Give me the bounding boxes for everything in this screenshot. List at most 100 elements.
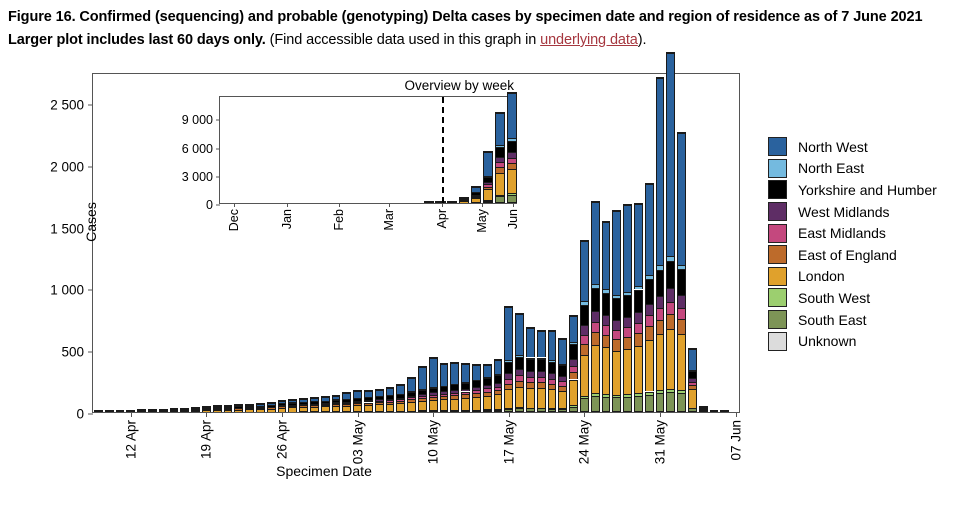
bar-segment	[331, 405, 341, 412]
bar-segment	[439, 363, 449, 365]
bar-segment	[331, 399, 341, 403]
bar-segment	[471, 380, 481, 387]
bar-segment	[363, 401, 373, 403]
bar-segment	[353, 401, 363, 403]
x-tick-label: 24 May	[576, 420, 592, 465]
bar-segment	[579, 304, 589, 326]
bar-segment	[504, 306, 514, 308]
bar-segment	[342, 393, 352, 399]
bar-segment	[623, 205, 633, 292]
legend-item-label: North East	[798, 160, 865, 177]
inset-bar-segment	[506, 91, 518, 93]
legend-item-south-east[interactable]: South East	[768, 309, 937, 331]
bar-segment	[471, 396, 481, 410]
bar-segment	[590, 321, 600, 332]
x-tick-label: 31 May	[652, 420, 668, 465]
bar-segment	[320, 396, 330, 398]
bar-segment	[428, 387, 438, 393]
bar-segment	[569, 405, 579, 407]
inset-bar-segment	[459, 197, 470, 200]
bar-segment	[234, 406, 244, 408]
bar-segment	[579, 355, 589, 396]
bar-column	[698, 405, 708, 412]
bar-segment	[331, 402, 341, 404]
bar-segment	[385, 398, 395, 401]
bar-segment	[482, 388, 492, 392]
inset-bar-segment	[471, 186, 482, 193]
bar-segment	[623, 317, 633, 328]
legend-item-east-midlands[interactable]: East Midlands	[768, 222, 937, 244]
legend-item-north-west[interactable]: North West	[768, 136, 937, 158]
bar-segment	[439, 393, 449, 397]
bar-segment	[234, 408, 244, 410]
bar-column	[504, 306, 514, 412]
bar-column	[223, 404, 233, 412]
bar-segment	[180, 410, 190, 412]
bar-segment	[191, 406, 201, 408]
bar-segment	[385, 400, 395, 402]
inset-bar-segment	[506, 194, 518, 203]
bar-segment	[525, 408, 535, 412]
bar-segment	[223, 404, 233, 406]
bar-segment	[623, 348, 633, 395]
bar-segment	[417, 398, 427, 401]
bar-segment	[536, 357, 546, 360]
legend-item-north-east[interactable]: North East	[768, 158, 937, 180]
bar-segment	[342, 405, 352, 412]
bar-segment	[579, 301, 589, 305]
inset-bar-segment	[495, 146, 506, 158]
inset-bar-segment	[471, 196, 482, 198]
bar-segment	[687, 378, 697, 382]
bar-segment	[612, 295, 622, 299]
bar-segment	[677, 295, 687, 308]
bar-column	[93, 410, 103, 412]
bar-segment	[698, 406, 708, 408]
x-tick-mark	[206, 412, 208, 417]
inset-bar-segment	[506, 137, 518, 141]
bar-segment	[461, 391, 471, 395]
bar-segment	[579, 325, 589, 336]
legend-item-unknown[interactable]: Unknown	[768, 330, 937, 352]
bar-segment	[633, 204, 643, 286]
bar-segment	[590, 311, 600, 322]
bar-segment	[277, 402, 287, 405]
legend-item-south-west[interactable]: South West	[768, 287, 937, 309]
inset-bar-column	[435, 201, 446, 203]
bar-segment	[493, 374, 503, 376]
bar-segment	[655, 78, 665, 266]
x-tick-label: 03 May	[350, 420, 366, 465]
bar-segment	[407, 391, 417, 396]
bar-segment	[666, 52, 676, 54]
bar-segment	[482, 376, 492, 378]
underlying-data-link[interactable]: underlying data	[540, 32, 638, 48]
bar-segment	[666, 388, 676, 393]
y-tick-label: 2 000	[50, 159, 84, 175]
bar-segment	[720, 410, 730, 412]
legend-item-west-midlands[interactable]: West Midlands	[768, 201, 937, 223]
legend-item-east-of-england[interactable]: East of England	[768, 244, 937, 266]
bar-segment	[277, 400, 287, 403]
legend-item-yorkshire-and-humber[interactable]: Yorkshire and Humber	[768, 179, 937, 201]
bar-segment	[245, 408, 255, 410]
bar-segment	[536, 382, 546, 389]
bar-segment	[450, 390, 460, 393]
bar-segment	[677, 307, 687, 320]
y-tick-label: 1 000	[50, 282, 84, 298]
bar-segment	[644, 315, 654, 326]
bar-segment	[385, 395, 395, 399]
bar-segment	[547, 360, 557, 362]
bar-segment	[601, 325, 611, 335]
bar-segment	[655, 265, 665, 270]
bar-segment	[644, 182, 654, 184]
x-tick-mark	[584, 412, 586, 417]
bar-segment	[536, 388, 546, 408]
bar-segment	[266, 408, 276, 412]
legend-item-london[interactable]: London	[768, 266, 937, 288]
bar-segment	[450, 363, 460, 384]
bar-segment	[579, 240, 589, 302]
bar-segment	[525, 357, 535, 360]
bar-segment	[363, 404, 373, 412]
bar-segment	[536, 408, 546, 412]
legend-item-label: South West	[798, 289, 871, 306]
bar-segment	[515, 313, 525, 315]
